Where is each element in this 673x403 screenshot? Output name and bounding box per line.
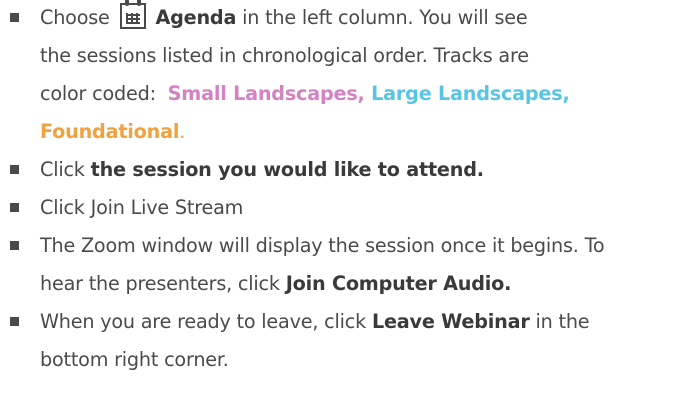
period: . bbox=[179, 120, 186, 143]
step-text: bottom right corner. bbox=[40, 348, 229, 371]
calendar-icon bbox=[119, 0, 146, 29]
list-item: Choose Agenda in the left column. You wi… bbox=[0, 0, 673, 151]
bullet-icon bbox=[10, 13, 19, 22]
list-item: The Zoom window will display the session… bbox=[0, 227, 673, 303]
step-text: hear the presenters, click bbox=[40, 272, 286, 295]
instructions-page: Choose Agenda in the left column. You wi… bbox=[0, 0, 673, 403]
step-text: the sessions listed in chronological ord… bbox=[40, 44, 529, 67]
step-text: Click Join Live Stream bbox=[40, 196, 244, 219]
bullet-icon bbox=[10, 241, 19, 250]
step-text: Click bbox=[40, 158, 91, 181]
bullet-icon bbox=[10, 165, 19, 174]
list-item: Click Join Live Stream bbox=[0, 189, 673, 227]
leave-webinar-label: Leave Webinar bbox=[371, 310, 530, 333]
list-item: Click the session you would like to atte… bbox=[0, 151, 673, 189]
track-foundational: Foundational bbox=[40, 120, 180, 143]
step-text: color coded: bbox=[40, 82, 168, 105]
session-instruction: the session you would like to attend. bbox=[90, 158, 484, 181]
step-text: in the left column. You will see bbox=[236, 6, 528, 29]
track-large-landscapes: Large Landscapes, bbox=[364, 82, 570, 105]
track-small-landscapes: Small Landscapes, bbox=[167, 82, 365, 105]
step-text: When you are ready to leave, click bbox=[40, 310, 372, 333]
list-item: When you are ready to leave, click Leave… bbox=[0, 303, 673, 379]
bullet-icon bbox=[10, 203, 19, 212]
instruction-list: Choose Agenda in the left column. You wi… bbox=[0, 0, 673, 379]
step-text: The Zoom window will display the session… bbox=[40, 234, 605, 257]
step-text: Choose bbox=[40, 6, 110, 29]
bullet-icon bbox=[10, 317, 19, 326]
step-text: in the bbox=[529, 310, 590, 333]
join-audio-label: Join Computer Audio. bbox=[285, 272, 512, 295]
agenda-label: Agenda bbox=[155, 6, 237, 29]
